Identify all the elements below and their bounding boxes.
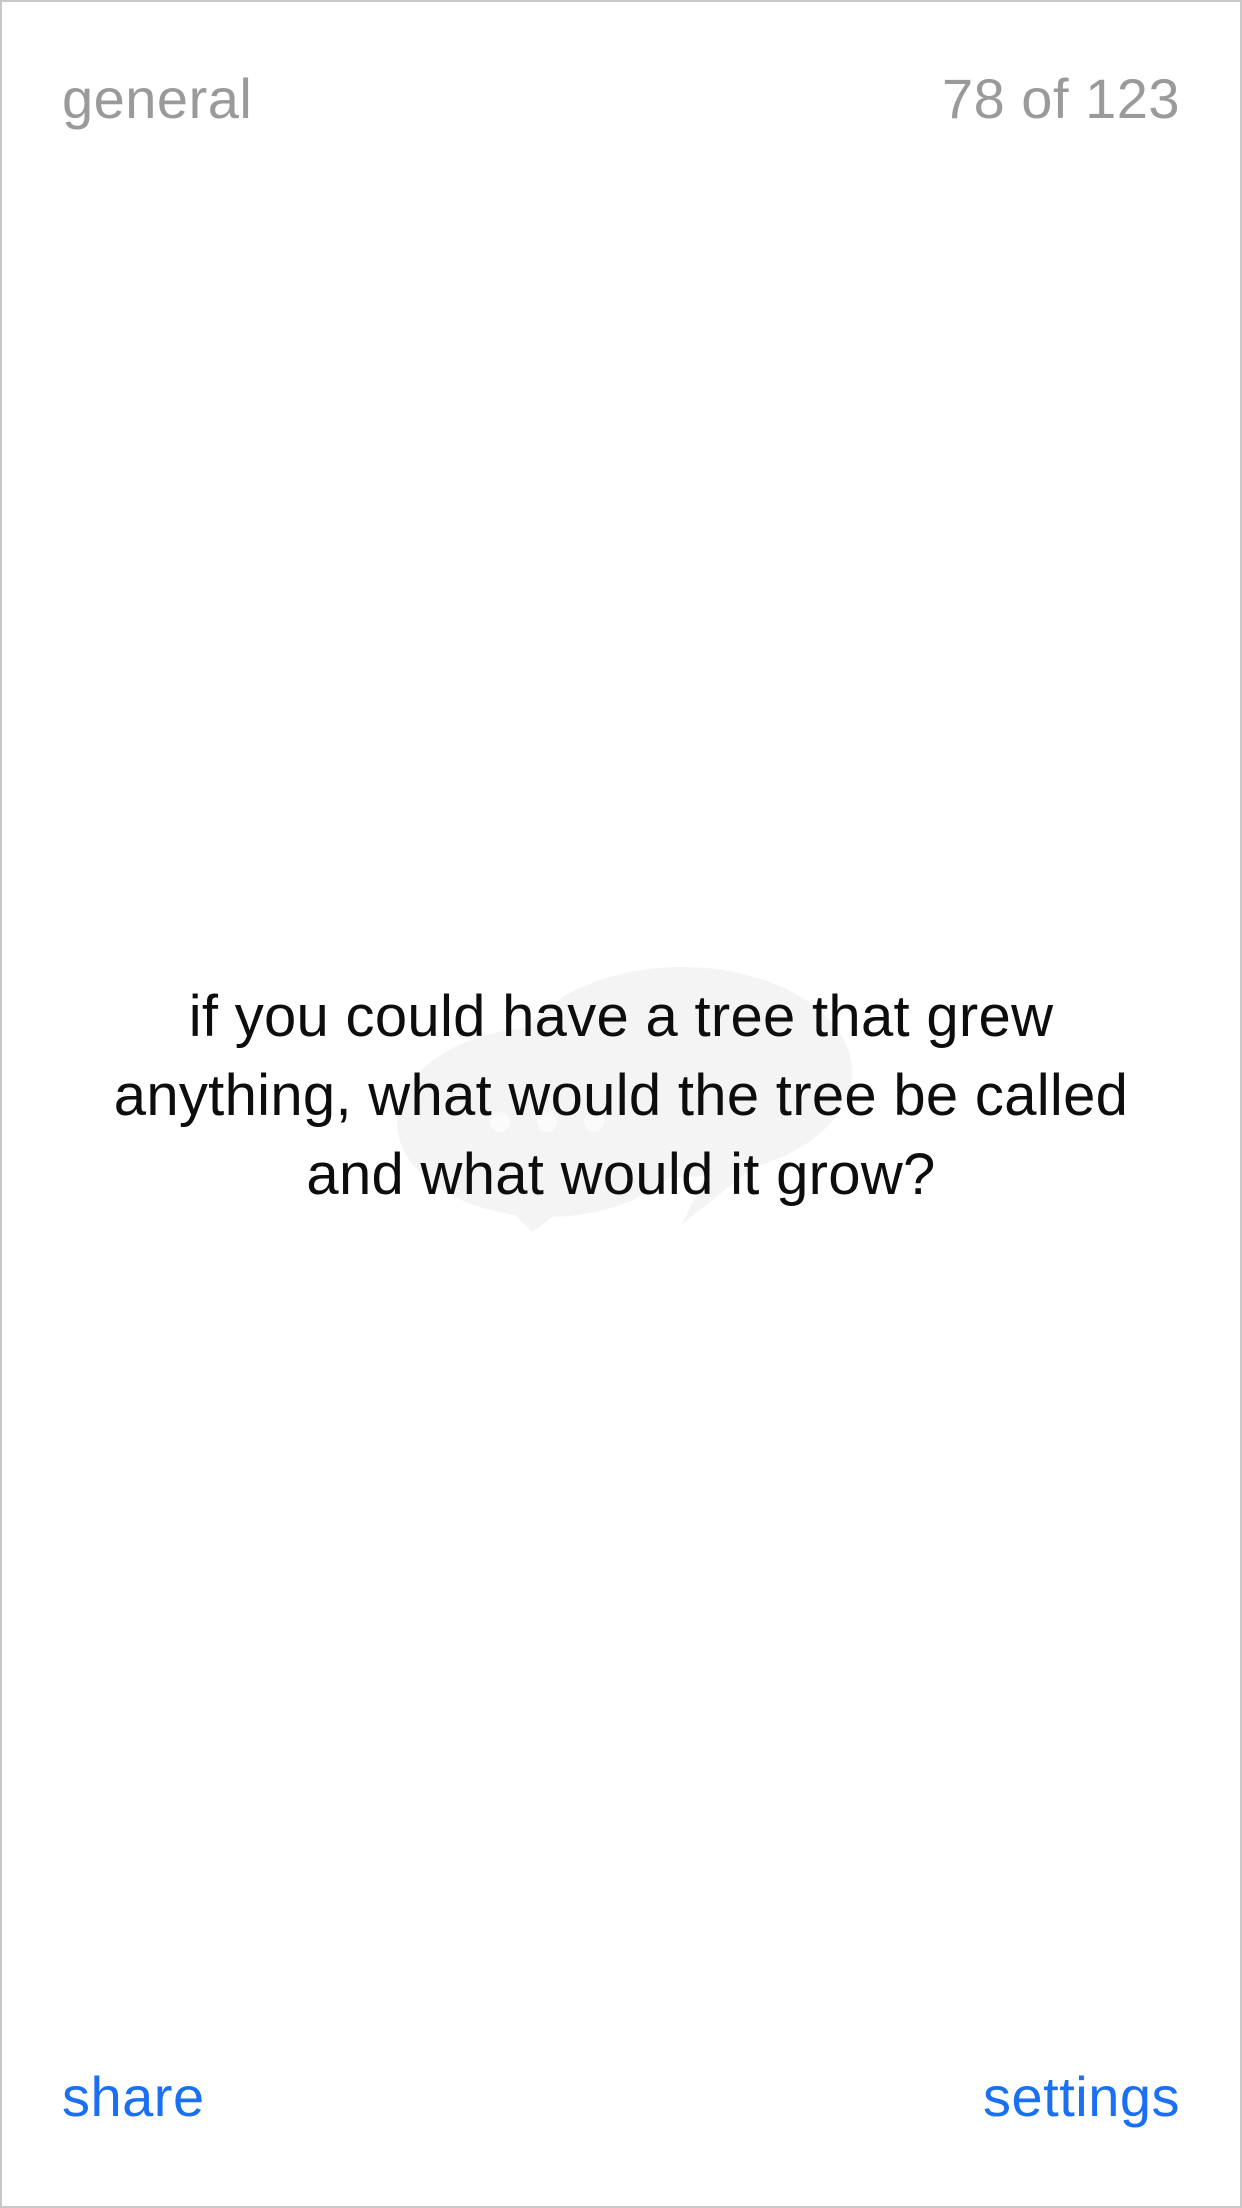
category-label: general <box>62 67 253 130</box>
question-text: if you could have a tree that grew anyth… <box>113 984 1129 1207</box>
settings-button[interactable]: settings <box>983 2062 1180 2132</box>
question-counter: 78 of 123 <box>941 67 1180 130</box>
share-button[interactable]: share <box>62 2062 205 2132</box>
question-card-screen[interactable]: general 78 of 123 if you could have a tr… <box>0 0 1242 2208</box>
